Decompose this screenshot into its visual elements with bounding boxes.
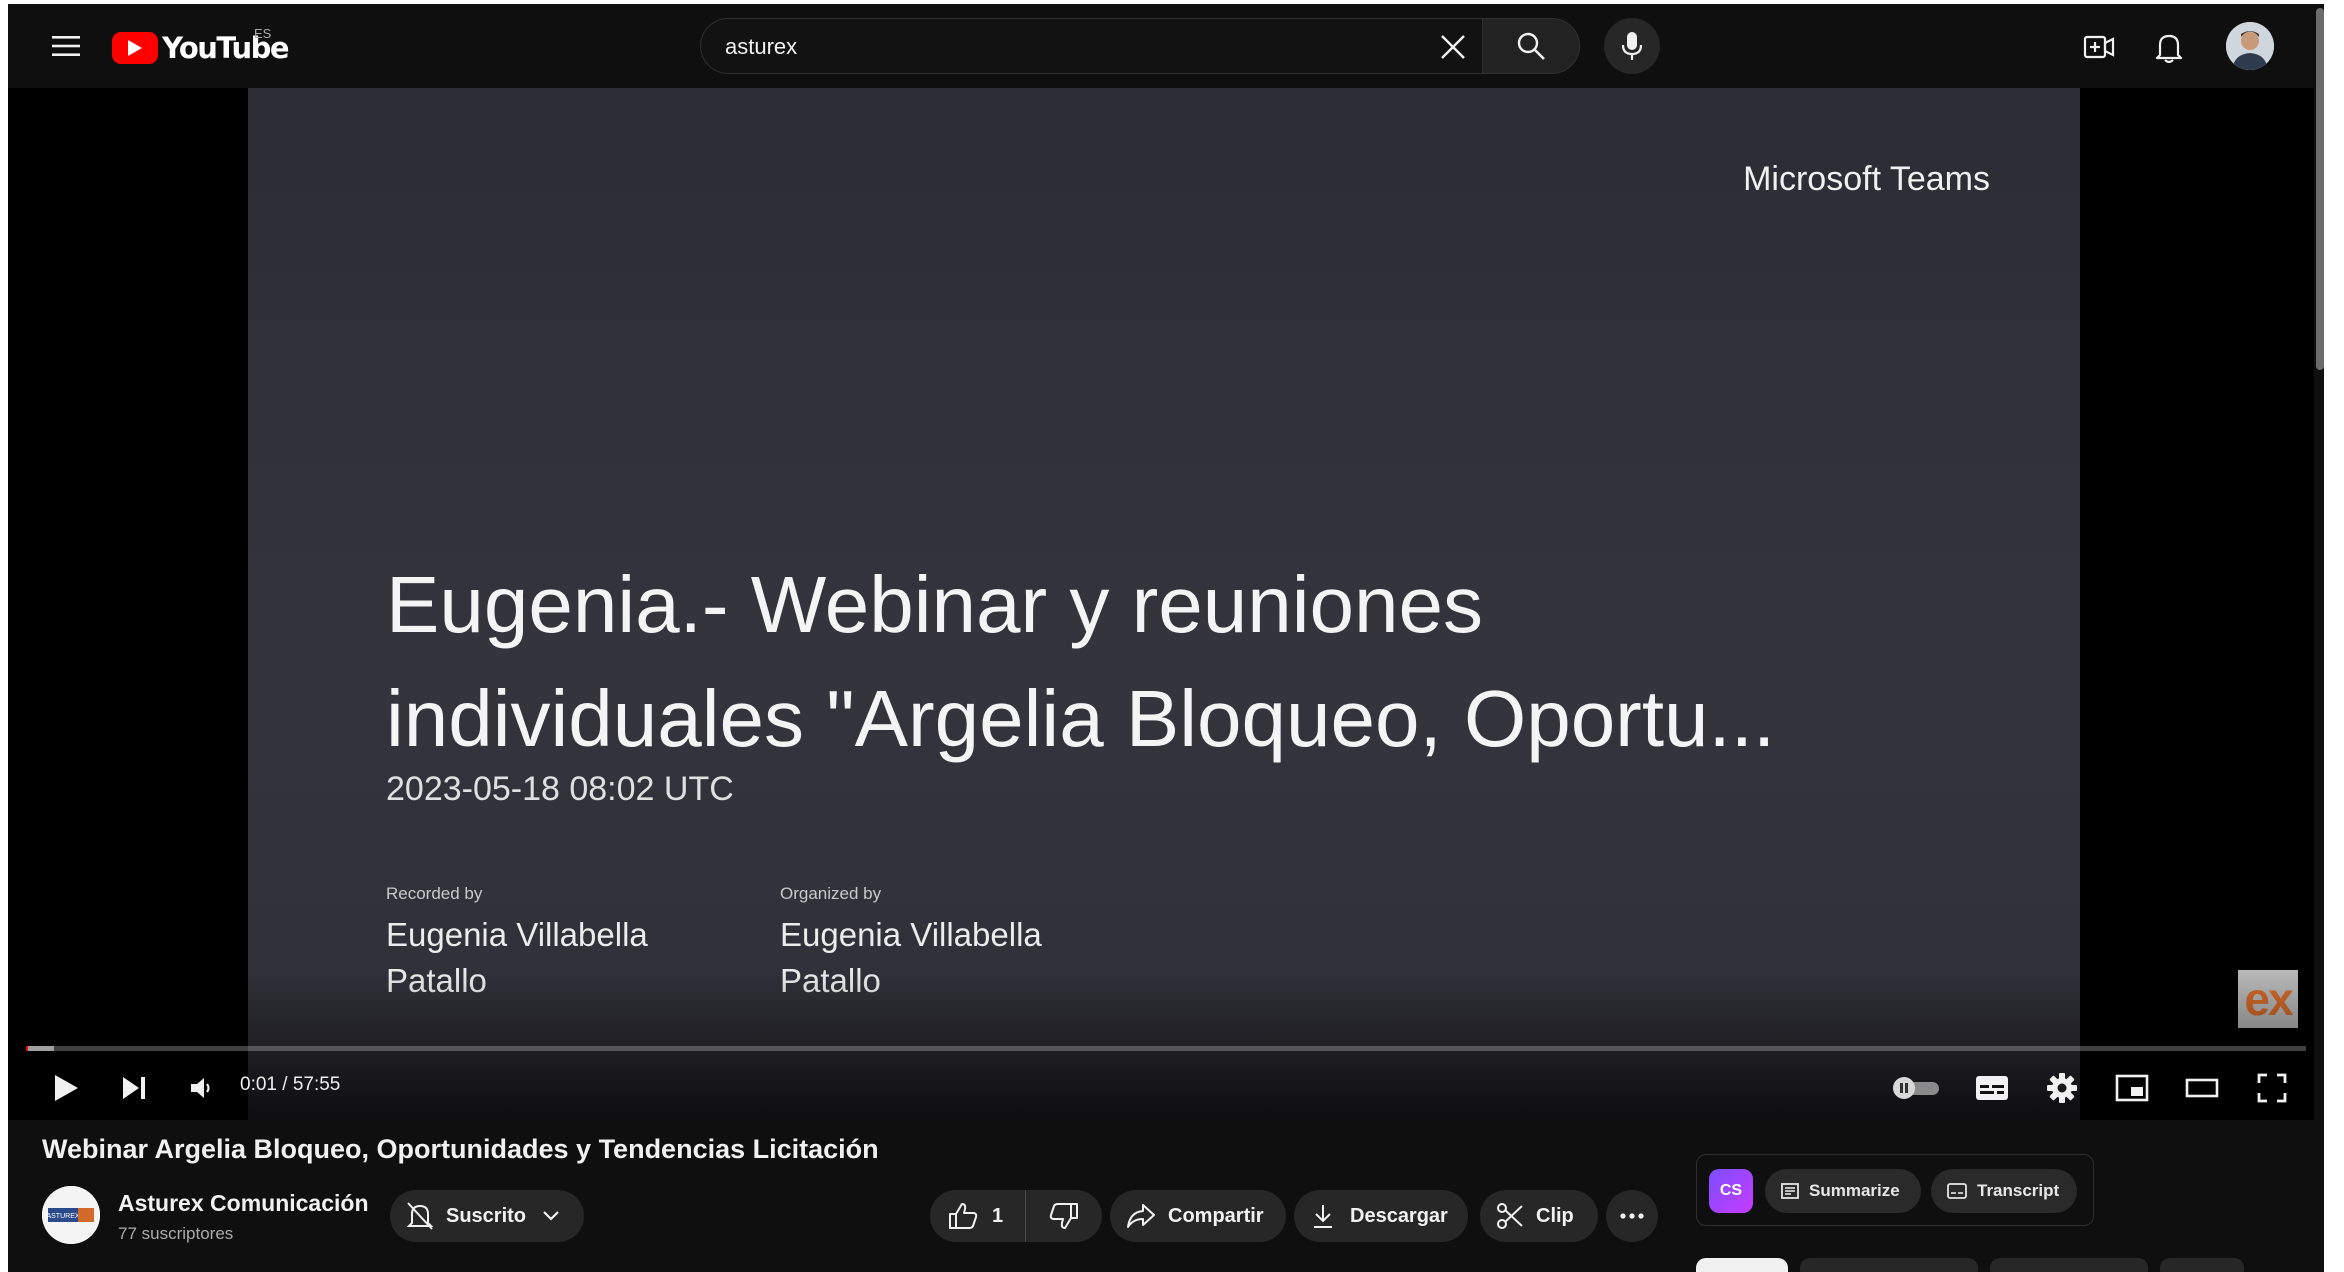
- download-label: Descargar: [1350, 1204, 1448, 1227]
- subscriber-count: 77 suscriptores: [118, 1224, 234, 1243]
- video-player[interactable]: Microsoft Teams Eugenia.- Webinar y reun…: [8, 88, 2324, 1120]
- transcript-icon: [1947, 1183, 1967, 1199]
- clip-label: Clip: [1536, 1204, 1574, 1227]
- channel-avatar[interactable]: ASTUREX: [42, 1186, 100, 1244]
- bell-off-icon: [406, 1201, 434, 1231]
- chevron-down-icon: [542, 1210, 560, 1222]
- share-label: Compartir: [1168, 1204, 1264, 1227]
- dislike-button[interactable]: [1026, 1190, 1102, 1242]
- miniplayer-icon[interactable]: [2104, 1060, 2160, 1116]
- filter-chip[interactable]: [1696, 1258, 1788, 1272]
- bell-icon[interactable]: [2148, 26, 2190, 68]
- autoplay-toggle-icon[interactable]: [1888, 1060, 1944, 1116]
- like-button[interactable]: 1: [930, 1190, 1026, 1242]
- transcript-label: Transcript: [1977, 1181, 2060, 1200]
- channel-avatar-text: ASTUREX: [46, 1213, 79, 1220]
- country-code: ES: [254, 26, 272, 41]
- subscribed-label: Suscrito: [446, 1204, 527, 1227]
- clip-button[interactable]: Clip: [1480, 1190, 1598, 1242]
- more-icon[interactable]: [1606, 1190, 1658, 1242]
- slide-title-line2: individuales "Argelia Bloqueo, Oportu...: [386, 674, 1776, 763]
- fullscreen-icon[interactable]: [2244, 1060, 2300, 1116]
- video-frame: Microsoft Teams Eugenia.- Webinar y reun…: [248, 88, 2080, 1120]
- thumbs-up-icon: [948, 1202, 978, 1230]
- slide-date: 2023-05-18 08:02 UTC: [386, 770, 734, 808]
- recorded-by-name-line1: Eugenia Villabella: [386, 916, 648, 953]
- scissors-icon: [1496, 1202, 1524, 1230]
- channel-name[interactable]: Asturex Comunicación: [118, 1190, 369, 1217]
- filter-chip[interactable]: [1990, 1258, 2148, 1272]
- youtube-logo[interactable]: YouTube ES: [112, 26, 290, 66]
- summary-icon: [1781, 1183, 1799, 1199]
- video-title: Webinar Argelia Bloqueo, Oportunidades y…: [42, 1134, 879, 1164]
- duration: 57:55: [292, 1074, 341, 1095]
- next-icon[interactable]: [110, 1060, 158, 1116]
- thumbs-down-icon: [1049, 1202, 1079, 1230]
- filter-chip[interactable]: [2160, 1258, 2244, 1272]
- time-display: 0:01 / 57:55: [240, 1074, 340, 1096]
- settings-gear-icon[interactable]: [2034, 1060, 2090, 1116]
- filter-chip[interactable]: [1800, 1258, 1978, 1272]
- masthead: YouTube ES: [8, 4, 2324, 88]
- summarize-button[interactable]: Summarize: [1765, 1169, 1921, 1213]
- slide-brand: Microsoft Teams: [1743, 160, 1990, 198]
- share-icon: [1126, 1203, 1156, 1229]
- close-icon[interactable]: [1431, 25, 1475, 69]
- menu-icon[interactable]: [40, 24, 92, 68]
- download-button[interactable]: Descargar: [1294, 1190, 1468, 1242]
- theater-icon[interactable]: [2174, 1060, 2230, 1116]
- summarize-label: Summarize: [1809, 1181, 1900, 1200]
- download-icon: [1312, 1203, 1334, 1229]
- progress-played: [26, 1046, 28, 1051]
- organized-by-name-line1: Eugenia Villabella: [780, 916, 1042, 953]
- youtube-window: YouTube ES Microsoft Teams: [8, 4, 2324, 1272]
- youtube-logo-icon: [112, 32, 158, 64]
- organized-by-label: Organized by: [780, 884, 882, 903]
- volume-icon[interactable]: [178, 1060, 226, 1116]
- mic-icon[interactable]: [1604, 18, 1660, 74]
- share-button[interactable]: Compartir: [1110, 1190, 1286, 1242]
- progress-buffer: [26, 1046, 54, 1051]
- scrollbar-thumb[interactable]: [2316, 8, 2324, 370]
- slide-title: Eugenia.- Webinar y reuniones individual…: [386, 548, 2006, 776]
- subscribed-button[interactable]: Suscrito: [390, 1190, 584, 1242]
- play-icon[interactable]: [42, 1060, 90, 1116]
- extension-logo[interactable]: CS: [1709, 1169, 1753, 1213]
- current-time: 0:01: [240, 1074, 277, 1095]
- search-box: [700, 18, 1490, 75]
- time-separator: /: [276, 1074, 293, 1095]
- search-icon: [1517, 32, 1545, 60]
- transcript-button[interactable]: Transcript: [1931, 1169, 2077, 1213]
- avatar[interactable]: [2226, 22, 2274, 70]
- slide-title-line1: Eugenia.- Webinar y reuniones: [386, 560, 1483, 649]
- progress-bar[interactable]: [26, 1046, 2306, 1051]
- like-dislike-group: 1: [930, 1190, 1102, 1242]
- recorded-by-label: Recorded by: [386, 884, 483, 903]
- create-icon[interactable]: [2078, 26, 2120, 68]
- search-button[interactable]: [1482, 18, 1580, 74]
- search-input[interactable]: [723, 19, 1367, 75]
- extension-panel: CS Summarize Transcript: [1696, 1154, 2094, 1226]
- subtitles-icon[interactable]: [1964, 1060, 2020, 1116]
- like-count: 1: [992, 1204, 1004, 1227]
